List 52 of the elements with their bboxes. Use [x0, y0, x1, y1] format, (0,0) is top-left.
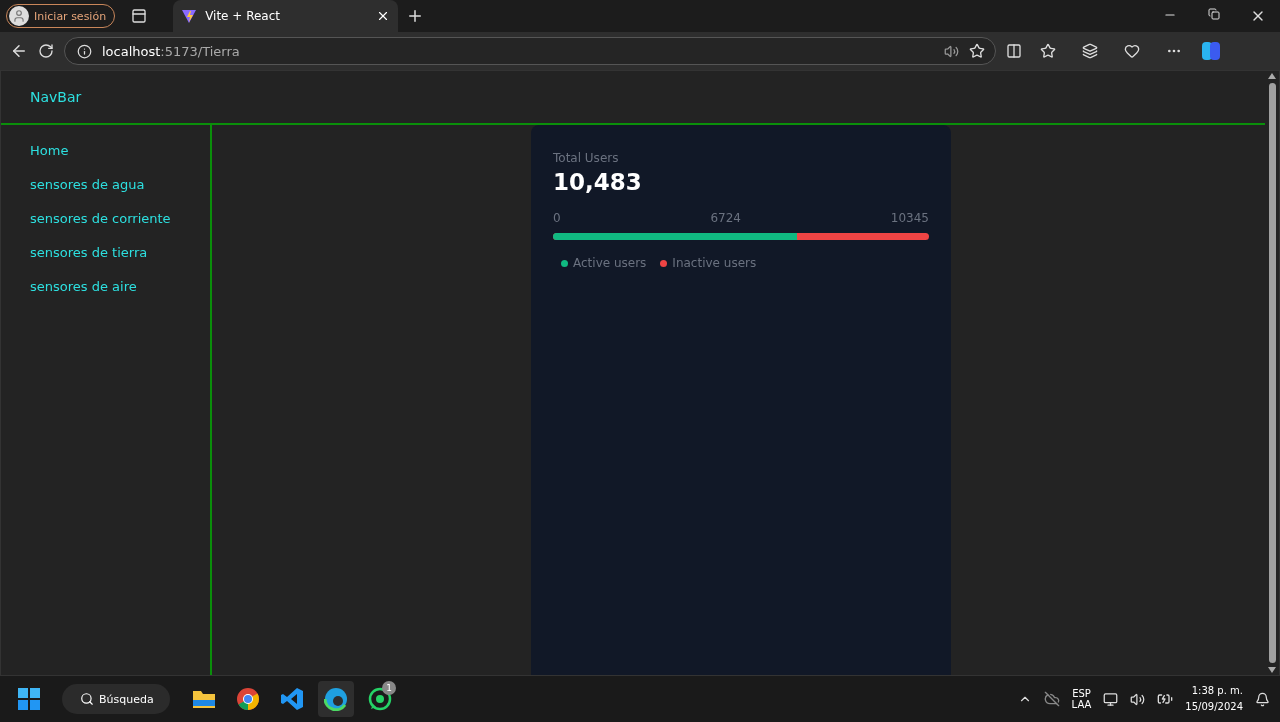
scale-label: 0	[553, 211, 561, 225]
reload-icon[interactable]	[38, 43, 54, 59]
info-icon	[77, 43, 92, 59]
volume-icon[interactable]	[1130, 691, 1146, 707]
scroll-down-icon[interactable]	[1268, 667, 1276, 673]
navbar-title: NavBar	[30, 89, 82, 105]
tab-title: Vite + React	[205, 9, 281, 23]
heart-icon[interactable]	[1124, 43, 1140, 59]
taskbar-app[interactable]	[318, 681, 354, 717]
scrollbar[interactable]	[1265, 71, 1279, 675]
sidebar-link[interactable]: sensores de agua	[30, 177, 210, 192]
back-icon[interactable]	[10, 42, 28, 60]
browser-icon	[324, 687, 348, 711]
legend-label: Inactive users	[672, 256, 757, 270]
scroll-up-icon[interactable]	[1268, 73, 1276, 79]
code-editor-icon	[280, 687, 304, 711]
clock[interactable]: 1:38 p. m. 15/09/2024	[1185, 683, 1243, 715]
collections-icon[interactable]	[1082, 43, 1098, 59]
search-icon	[80, 692, 94, 706]
sidebar-link[interactable]: sensores de tierra	[30, 245, 210, 260]
sign-in-label: Iniciar sesión	[34, 9, 107, 23]
folder-icon	[192, 689, 216, 709]
browser-tab[interactable]: Vite + React	[173, 0, 399, 32]
start-icon[interactable]	[18, 688, 40, 710]
address-field[interactable]: localhost:5173/Tierra	[64, 37, 996, 65]
sidebar-link[interactable]: Home	[30, 143, 210, 158]
network-icon[interactable]	[1103, 691, 1119, 707]
assistant-logo-icon[interactable]	[1200, 40, 1222, 62]
legend-label: Active users	[573, 256, 647, 270]
lightning-logo-icon	[181, 8, 198, 24]
card-title: Total Users	[553, 151, 620, 165]
taskbar-app[interactable]: 1	[362, 681, 398, 717]
notification-badge: 1	[382, 681, 396, 695]
user-icon	[12, 9, 26, 23]
favorites-icon[interactable]	[1040, 43, 1056, 59]
browser-icon	[236, 687, 260, 711]
sidebar-link[interactable]: sensores de aire	[30, 279, 210, 294]
cloud-off-icon[interactable]	[1043, 691, 1060, 707]
tab-actions-icon[interactable]	[131, 8, 148, 24]
url-text: localhost:5173/Tierra	[102, 43, 240, 59]
split-screen-icon[interactable]	[1006, 43, 1022, 59]
star-icon[interactable]	[969, 43, 985, 59]
taskbar-search[interactable]: Búsqueda	[62, 684, 170, 714]
battery-icon[interactable]	[1157, 691, 1174, 707]
read-aloud-icon[interactable]	[944, 43, 959, 59]
scale-label: 6724	[710, 211, 741, 225]
notifications-icon[interactable]	[1255, 691, 1270, 707]
total-value: 10,483	[553, 169, 643, 195]
restore-icon[interactable]	[1208, 8, 1220, 20]
sidebar-link[interactable]: sensores de corriente	[30, 211, 210, 226]
language-indicator[interactable]: ESP LAA	[1071, 688, 1092, 710]
scale-label: 10345	[890, 211, 929, 225]
